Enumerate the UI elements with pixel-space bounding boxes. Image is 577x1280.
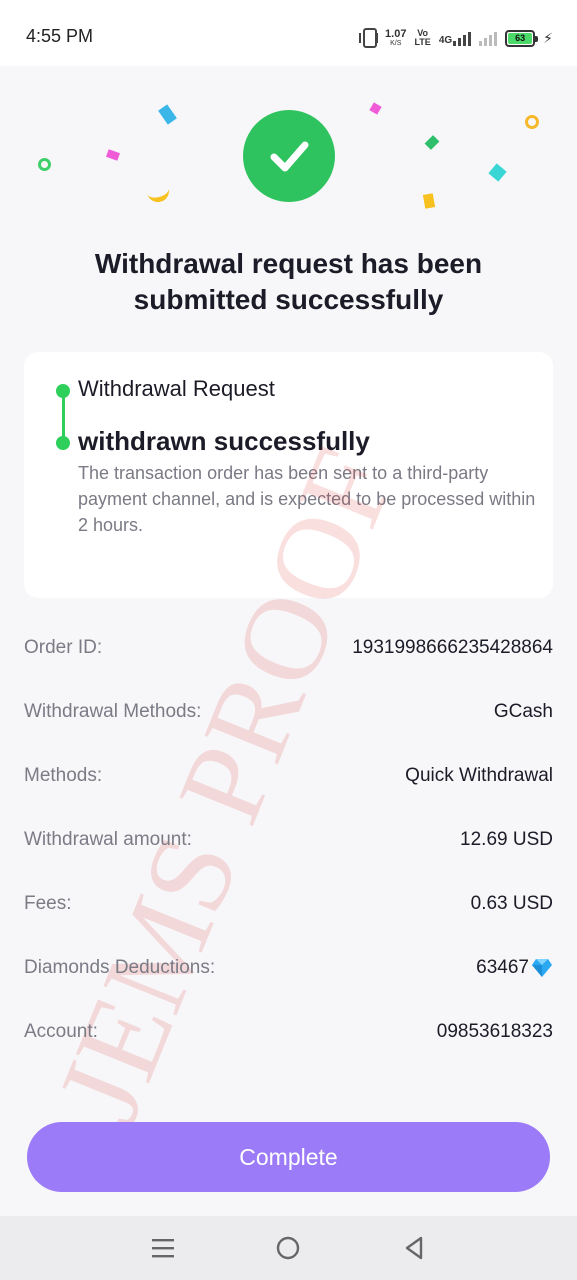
page-title: Withdrawal request has been submitted su… (94, 248, 483, 315)
methods-value: Quick Withdrawal (405, 765, 553, 786)
amount-label: Withdrawal amount: (24, 829, 192, 850)
confetti-cyan-1 (488, 163, 507, 182)
detail-row-diamonds: Diamonds Deductions: 63467 (24, 936, 553, 1000)
confetti-yellow-arc (146, 185, 172, 205)
detail-row-withdrawal-methods: Withdrawal Methods: GCash (24, 680, 553, 744)
confetti-ring-green (38, 158, 51, 171)
diamonds-value: 63467 (476, 957, 529, 978)
account-label: Account: (24, 1021, 98, 1042)
timeline-dot-1 (56, 384, 70, 398)
volte-bottom: LTE (414, 37, 431, 47)
order-id-label: Order ID: (24, 637, 103, 658)
diamonds-label: Diamonds Deductions: (24, 957, 216, 978)
methods-label: Methods: (24, 765, 103, 786)
net-speed-unit: K/S (390, 40, 402, 47)
detail-row-fees: Fees: 0.63 USD (24, 872, 553, 936)
step-description: The transaction order has been sent to a… (78, 463, 536, 535)
confetti-pink-2 (369, 102, 382, 115)
fees-label: Fees: (24, 893, 72, 914)
status-time: 4:55 PM (26, 26, 94, 46)
signal-icon (479, 30, 498, 46)
vibrate-icon (359, 28, 379, 48)
confetti-teal-1 (158, 104, 177, 125)
progress-card: Withdrawal Request withdrawn successfull… (24, 352, 553, 598)
step-withdrawal-request: Withdrawal Request (78, 376, 275, 401)
complete-button[interactable]: Complete (27, 1122, 550, 1192)
diamonds-value-wrap: 63467 (476, 957, 553, 979)
status-icons: 1.07 K/S Vo LTE 4G 63 ⚡ (359, 24, 553, 52)
timeline-dot-2 (56, 436, 70, 450)
confetti-green-1 (424, 135, 440, 150)
success-check-icon (243, 110, 335, 202)
fees-value: 0.63 USD (470, 893, 553, 914)
confetti-yellow-2 (422, 193, 436, 209)
net-speed-value: 1.07 (385, 28, 407, 40)
withdrawal-methods-label: Withdrawal Methods: (24, 701, 202, 722)
diamond-icon (532, 959, 552, 977)
status-bar: 4:55 PM 1.07 K/S Vo LTE 4G 63 ⚡ (0, 0, 577, 66)
order-details: Order ID: 1931998666235428864 Withdrawal… (24, 616, 553, 1064)
confetti-pink-1 (105, 149, 121, 161)
detail-row-order-id: Order ID: 1931998666235428864 (24, 616, 553, 680)
detail-row-account: Account: 09853618323 (24, 1000, 553, 1064)
net-speed: 1.07 K/S (385, 28, 407, 48)
amount-value: 12.69 USD (460, 829, 553, 850)
signal-4g-icon: 4G (438, 30, 472, 46)
volte-icon: Vo LTE (414, 29, 430, 47)
battery-level: 63 (508, 32, 533, 44)
system-nav-bar (0, 1216, 577, 1280)
order-id-value: 1931998666235428864 (352, 637, 553, 658)
detail-row-amount: Withdrawal amount: 12.69 USD (24, 808, 553, 872)
detail-row-methods: Methods: Quick Withdrawal (24, 744, 553, 808)
step-withdrawn-successfully: withdrawn successfully (78, 426, 370, 456)
account-value: 09853618323 (436, 1021, 553, 1042)
charging-icon: ⚡ (543, 29, 553, 46)
home-circle-icon[interactable] (273, 1233, 303, 1263)
battery-icon: 63 (505, 29, 539, 47)
withdrawal-methods-value: GCash (493, 701, 553, 722)
network-type: 4G (438, 35, 453, 46)
confetti-ring-yellow (525, 115, 539, 129)
back-triangle-icon[interactable] (399, 1233, 429, 1263)
menu-icon[interactable] (148, 1233, 178, 1263)
